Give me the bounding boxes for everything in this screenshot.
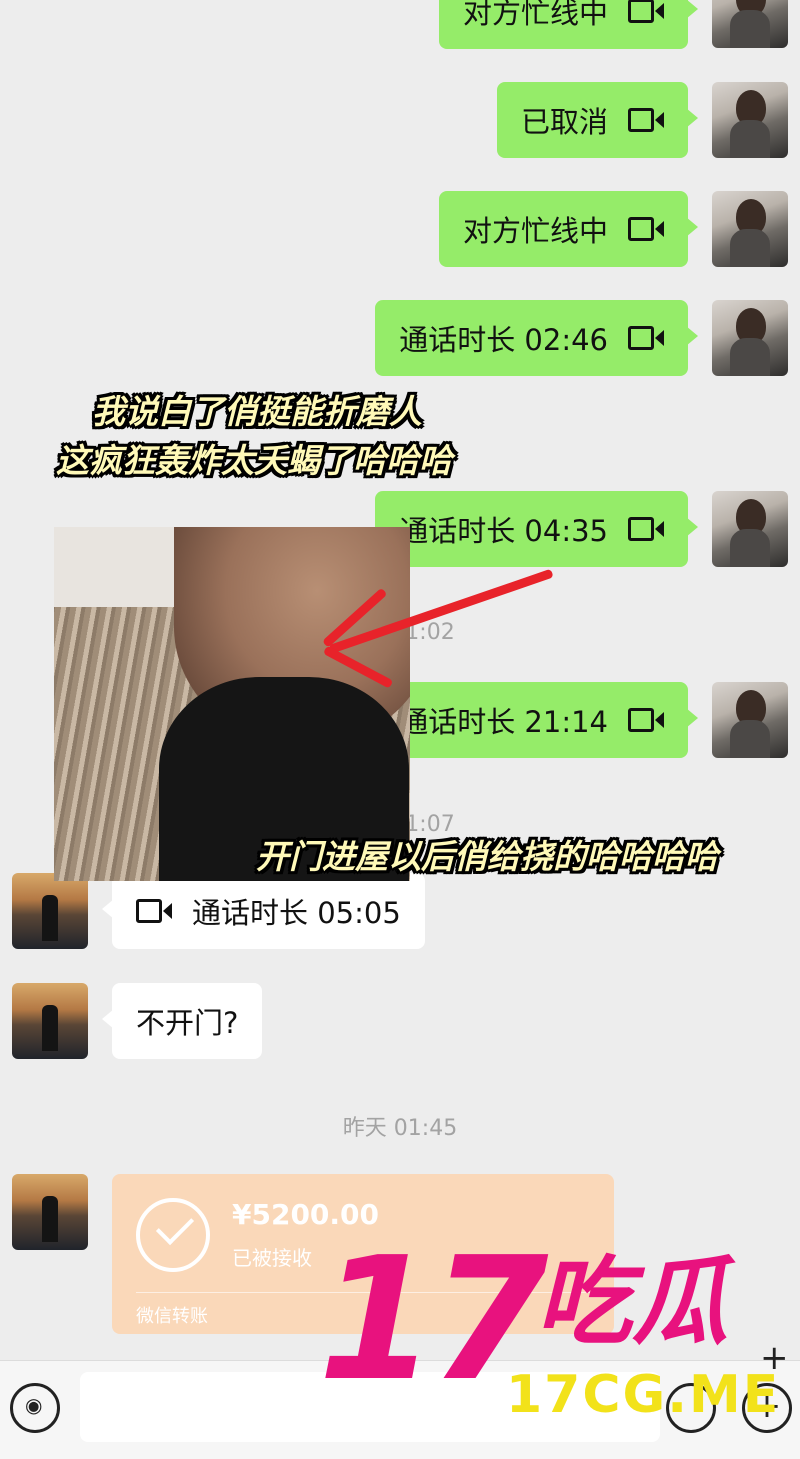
transfer-footer: 微信转账: [136, 1306, 208, 1327]
watermark-logo-text: 吃瓜: [536, 1246, 728, 1358]
avatar-self[interactable]: [712, 82, 788, 158]
photo-background: [54, 527, 184, 607]
check-circle-icon: [136, 1198, 210, 1272]
caption-bottom: 开门进屋以后俏给挠的哈哈哈哈: [256, 837, 718, 876]
timestamp: 昨天 01:45: [342, 1116, 458, 1141]
message-bubble[interactable]: 已取消: [496, 82, 699, 158]
avatar-contact[interactable]: [12, 873, 88, 949]
video-call-icon: [628, 517, 664, 541]
inset-photo: [54, 527, 410, 881]
caption-top-1: 我说白了俏挺能折磨人: [92, 392, 422, 431]
voice-input-icon[interactable]: [10, 1383, 60, 1433]
avatar-self[interactable]: [712, 491, 788, 567]
message-text: 对方忙线中: [462, 214, 608, 248]
message-bubble[interactable]: 不开门?: [101, 983, 263, 1059]
message-bubble[interactable]: 通话时长 02:46: [375, 300, 698, 376]
message-text: 通话时长 02:46: [399, 323, 608, 357]
video-call-icon: [628, 0, 664, 23]
watermark-url: 17CG.ME: [506, 1365, 781, 1425]
message-bubble[interactable]: 通话时长 04:35: [375, 491, 698, 567]
video-call-icon: [628, 326, 664, 350]
message-text: 已取消: [520, 105, 608, 139]
video-call-icon: [628, 708, 664, 732]
message-text: 通话时长 04:35: [399, 514, 608, 548]
caption-top-2: 这疯狂轰炸太夭蝎了哈哈哈: [56, 441, 452, 480]
avatar-self[interactable]: [712, 0, 788, 48]
message-bubble[interactable]: 对方忙线中: [438, 0, 699, 49]
avatar-contact[interactable]: [12, 983, 88, 1059]
avatar-self[interactable]: [712, 191, 788, 267]
message-bubble[interactable]: 通话时长 05:05: [102, 873, 425, 949]
video-call-icon: [136, 899, 172, 923]
video-call-icon: [628, 108, 664, 132]
video-call-icon: [628, 217, 664, 241]
message-text: 不开门?: [136, 1006, 239, 1040]
avatar-contact[interactable]: [12, 1174, 88, 1250]
message-bubble[interactable]: 通话时长 21:14: [375, 682, 698, 758]
message-text: 通话时长 21:14: [399, 705, 608, 739]
message-bubble[interactable]: 对方忙线中: [438, 191, 699, 267]
avatar-self[interactable]: [712, 682, 788, 758]
message-text: 通话时长 05:05: [192, 896, 401, 930]
transfer-status: 已被接收: [232, 1246, 312, 1270]
message-text: 对方忙线中: [462, 0, 608, 30]
avatar-self[interactable]: [712, 300, 788, 376]
